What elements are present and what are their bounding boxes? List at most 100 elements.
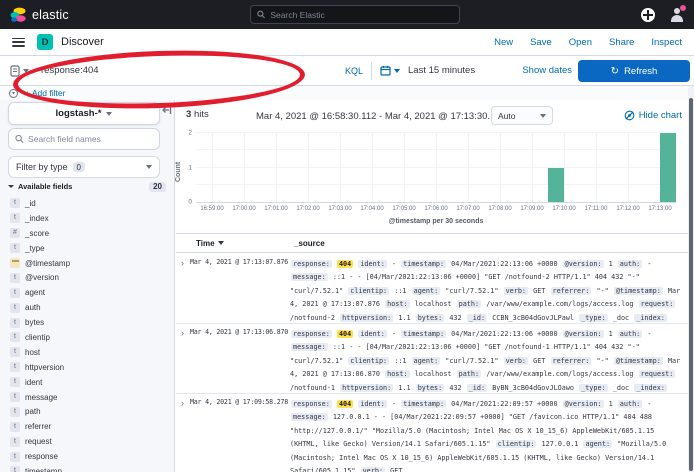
interval-select[interactable]: Auto (491, 106, 553, 125)
field-value: /notfound-2 (290, 314, 335, 322)
field-item-request[interactable]: trequest (0, 434, 174, 449)
discover-app-badge[interactable]: D (37, 34, 53, 50)
notification-dot (680, 5, 686, 11)
field-item-timestamp[interactable]: ttimestamp (0, 464, 174, 472)
field-item-auth[interactable]: tauth (0, 300, 174, 315)
show-dates-button[interactable]: Show dates (522, 65, 572, 76)
field-badge: auth: (618, 400, 642, 408)
field-item-_type[interactable]: t_type (0, 241, 174, 256)
scrollbar-thumb[interactable] (689, 98, 693, 471)
gridline (596, 133, 597, 202)
field-item-@timestamp[interactable]: @timestamp (0, 256, 174, 271)
table-header: Time _source (176, 233, 688, 253)
field-item-response[interactable]: tresponse (0, 449, 174, 464)
nav-action-save[interactable]: Save (530, 37, 552, 48)
field-value: ByBN_3cB04dGovJLOawo (492, 384, 574, 392)
field-item-message[interactable]: tmessage (0, 390, 174, 405)
nav-action-open[interactable]: Open (569, 37, 592, 48)
field-item-_id[interactable]: t_id (0, 196, 174, 211)
field-item-@version[interactable]: t@version (0, 270, 174, 285)
field-badge: _index: (634, 384, 667, 392)
document-time: Mar 4, 2021 @ 17:09:58.278 (190, 398, 290, 472)
field-badge: @version: (563, 400, 604, 408)
field-value: GET (533, 357, 545, 365)
field-item-clientip[interactable]: tclientip (0, 330, 174, 345)
text-field-icon: t (10, 243, 20, 253)
field-badge: @timestamp: (614, 287, 663, 295)
field-value: 04/Mar/2021:22:13:06 +0000 (451, 260, 557, 268)
nav-action-share[interactable]: Share (609, 37, 634, 48)
query-input[interactable] (41, 65, 341, 76)
refresh-button[interactable]: ↻ Refresh (578, 60, 690, 82)
discover-main: 3 hits Mar 4, 2021 @ 16:58:30.112 - Mar … (176, 100, 688, 472)
index-pattern-select[interactable]: logstash-* (8, 102, 160, 125)
hide-chart-button[interactable]: Hide chart (624, 110, 682, 121)
field-name: auth (25, 303, 41, 312)
global-search[interactable] (250, 5, 460, 24)
field-item-bytes[interactable]: tbytes (0, 315, 174, 330)
field-item-ident[interactable]: tident (0, 375, 174, 390)
collapse-sidebar-icon[interactable] (162, 105, 172, 115)
field-item-agent[interactable]: tagent (0, 285, 174, 300)
histogram-bar[interactable] (548, 168, 564, 203)
field-value: localhost (415, 370, 452, 378)
field-list: t_idt_index#_scoret_type@timestampt@vers… (0, 196, 174, 472)
field-search-input[interactable] (28, 134, 153, 144)
elastic-logo[interactable]: elastic (10, 7, 69, 23)
nav-actions: New Save Open Share Inspect (494, 37, 682, 48)
date-picker-button[interactable] (380, 65, 400, 76)
time-range-value[interactable]: Last 15 minutes (408, 65, 475, 76)
text-field-icon: t (10, 303, 20, 313)
field-badge: ident: (358, 260, 387, 268)
chart-plot-area: 16:59:0017:00:0017:01:0017:02:0017:03:00… (196, 133, 676, 203)
y-axis-tick-label: 2 (188, 130, 192, 137)
field-item-host[interactable]: thost (0, 345, 174, 360)
add-filter-button[interactable]: + Add filter (25, 88, 65, 98)
field-item-_index[interactable]: t_index (0, 211, 174, 226)
nav-action-new[interactable]: New (494, 37, 513, 48)
brand-name: elastic (32, 8, 69, 22)
text-field-icon: t (10, 213, 20, 223)
field-badge: auth: (618, 330, 642, 338)
text-field-icon: t (10, 318, 20, 328)
saved-query-menu[interactable] (10, 65, 29, 77)
field-search[interactable] (8, 128, 160, 150)
highlight-match: 404 (337, 400, 353, 408)
scrollbar[interactable] (688, 86, 694, 472)
saved-query-icon (10, 65, 21, 77)
text-field-icon: t (10, 198, 20, 208)
chevron-down-icon (146, 165, 152, 169)
field-item-path[interactable]: tpath (0, 404, 174, 419)
field-name: timestamp (25, 467, 62, 472)
document-rows: ›Mar 4, 2021 @ 17:13:07.876response: 404… (176, 254, 688, 472)
field-badge: @timestamp: (614, 357, 663, 365)
x-axis-tick-label: 17:09:00 (520, 206, 543, 212)
filter-by-type[interactable]: Filter by type 0 (8, 156, 160, 178)
field-value: ::1 (394, 287, 406, 295)
expand-document-icon[interactable]: › (176, 258, 190, 323)
nav-action-inspect[interactable]: Inspect (651, 37, 682, 48)
menu-icon[interactable] (12, 38, 25, 47)
field-badge: verb: (504, 287, 528, 295)
histogram-bar[interactable] (660, 133, 676, 202)
field-badge: message: (291, 273, 328, 281)
field-value: 04/Mar/2021:22:09:57 +0000 (451, 400, 557, 408)
chevron-down-icon (8, 185, 14, 188)
histogram-chart: Count 16:59:0017:00:0017:01:0017:02:0017… (176, 130, 688, 233)
gear-icon[interactable] (641, 8, 655, 22)
field-item-referrer[interactable]: treferrer (0, 419, 174, 434)
expand-document-icon[interactable]: › (176, 398, 190, 472)
filter-options-icon[interactable] (9, 89, 18, 98)
field-item-httpversion[interactable]: thttpversion (0, 360, 174, 375)
field-item-_score[interactable]: #_score (0, 226, 174, 241)
global-search-input[interactable] (270, 10, 453, 20)
text-field-icon: t (10, 273, 20, 283)
user-avatar[interactable] (669, 7, 684, 22)
elastic-logo-icon (10, 7, 26, 23)
expand-document-icon[interactable]: › (176, 328, 190, 393)
available-fields-header[interactable]: Available fields 20 (8, 180, 166, 193)
avatar-head (674, 8, 680, 14)
text-field-icon: t (10, 407, 20, 417)
time-column-header[interactable]: Time (196, 239, 294, 248)
query-language-button[interactable]: KQL (345, 66, 363, 76)
